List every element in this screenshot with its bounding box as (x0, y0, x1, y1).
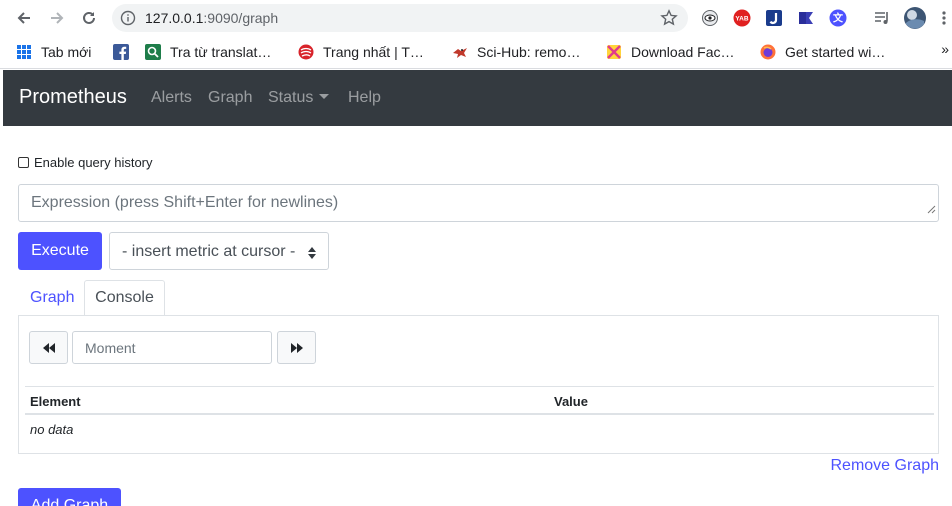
insert-metric-select[interactable]: - insert metric at cursor - (109, 232, 329, 270)
back-icon[interactable] (12, 6, 36, 30)
console-table: Element Value no data (25, 386, 934, 444)
column-header-element: Element (30, 394, 81, 409)
bookmark-trang-nhat[interactable]: Trang nhất | T… (298, 42, 424, 62)
resize-handle-icon[interactable] (927, 201, 936, 219)
bookmark-download-fac[interactable]: Download Fac… (606, 42, 735, 62)
query-history-toggle[interactable]: Enable query history (18, 155, 153, 170)
tab-graph[interactable]: Graph (18, 280, 86, 316)
url-host: 127.0.0.1 (145, 10, 204, 26)
bookmark-label: Get started wi… (785, 44, 886, 60)
prometheus-navbar: Prometheus Alerts Graph Status Help (3, 70, 952, 126)
chevron-down-icon (319, 94, 330, 99)
j-extension-icon[interactable] (764, 8, 784, 28)
eye-extension-icon[interactable] (700, 8, 720, 28)
panel-tabs: Graph Console (18, 280, 939, 317)
yab-extension-icon[interactable]: YAB (732, 8, 752, 28)
reload-icon[interactable] (77, 6, 101, 30)
nav-status-label: Status (268, 89, 314, 106)
bookmark-tra-tu[interactable]: Tra từ translat… (145, 42, 271, 62)
apps-grid-icon (16, 44, 32, 60)
moment-back-button[interactable] (29, 331, 68, 364)
profile-avatar[interactable] (903, 6, 927, 30)
column-header-value: Value (554, 394, 588, 409)
moment-forward-button[interactable] (277, 331, 316, 364)
expression-placeholder: Expression (press Shift+Enter for newlin… (31, 194, 339, 211)
info-icon[interactable] (120, 10, 136, 31)
query-history-label: Enable query history (34, 155, 153, 170)
bookmark-star-icon[interactable] (660, 9, 678, 32)
insert-metric-value: - insert metric at cursor - (122, 243, 296, 260)
nav-help[interactable]: Help (348, 89, 381, 107)
bookmark-label: Download Fac… (631, 44, 735, 60)
news-site-icon (298, 44, 314, 60)
address-bar[interactable]: 127.0.0.1:9090/graph (112, 4, 688, 32)
bookmark-label: Sci-Hub: remo… (477, 44, 581, 60)
download-site-icon (606, 44, 622, 60)
select-arrows-icon (308, 246, 316, 264)
backward-icon (42, 342, 55, 353)
bookmark-get-started[interactable]: Get started wi… (760, 42, 885, 62)
yab-badge-text: YAB (735, 16, 748, 23)
table-row: no data (25, 415, 934, 444)
moment-placeholder: Moment (85, 340, 136, 356)
tab-console[interactable]: Console (84, 280, 165, 317)
bookmark-label: Tra từ translat… (170, 44, 272, 60)
url-text: 127.0.0.1:9090/graph (145, 10, 278, 26)
execute-button[interactable]: Execute (18, 232, 102, 270)
reading-list-icon[interactable] (872, 8, 892, 28)
table-header: Element Value (25, 386, 934, 415)
bookmarks-bar: Tab mới Tra từ translat… Trang nhất | T…… (0, 36, 952, 69)
query-history-checkbox[interactable] (18, 157, 29, 168)
browser-menu-icon[interactable] (934, 8, 952, 28)
bookmarks-overflow-button[interactable]: » (941, 41, 949, 57)
url-path: :9090/graph (203, 10, 279, 26)
translate-extension-icon[interactable]: 文 (828, 8, 848, 28)
add-graph-button[interactable]: Add Graph (18, 488, 121, 506)
nav-graph[interactable]: Graph (208, 89, 252, 107)
bookmark-facebook[interactable] (113, 42, 138, 62)
facebook-icon (113, 44, 129, 60)
browser-toolbar: 127.0.0.1:9090/graph YAB 文 (0, 0, 952, 36)
firefox-icon (760, 44, 776, 60)
bookmark-tab-moi[interactable]: Tab mới (16, 42, 91, 62)
empty-message: no data (30, 422, 74, 437)
brand-link[interactable]: Prometheus (19, 86, 127, 109)
svg-text:文: 文 (833, 12, 844, 25)
sci-hub-raven-icon (452, 44, 468, 60)
remove-graph-link[interactable]: Remove Graph (831, 457, 940, 475)
forward-icon[interactable] (45, 6, 69, 30)
nav-status-dropdown[interactable]: Status (268, 89, 330, 107)
flag-extension-icon[interactable] (796, 8, 816, 28)
moment-input[interactable]: Moment (72, 331, 272, 364)
expression-input[interactable]: Expression (press Shift+Enter for newlin… (18, 184, 939, 222)
forward-icon (290, 342, 303, 353)
bookmark-label: Tab mới (41, 44, 92, 60)
translate-dictionary-icon (145, 44, 161, 60)
bookmark-label: Trang nhất | T… (323, 44, 424, 60)
bookmark-sci-hub[interactable]: Sci-Hub: remo… (452, 42, 580, 62)
nav-alerts[interactable]: Alerts (151, 89, 192, 107)
console-panel: Moment Element Value no data (18, 315, 939, 454)
